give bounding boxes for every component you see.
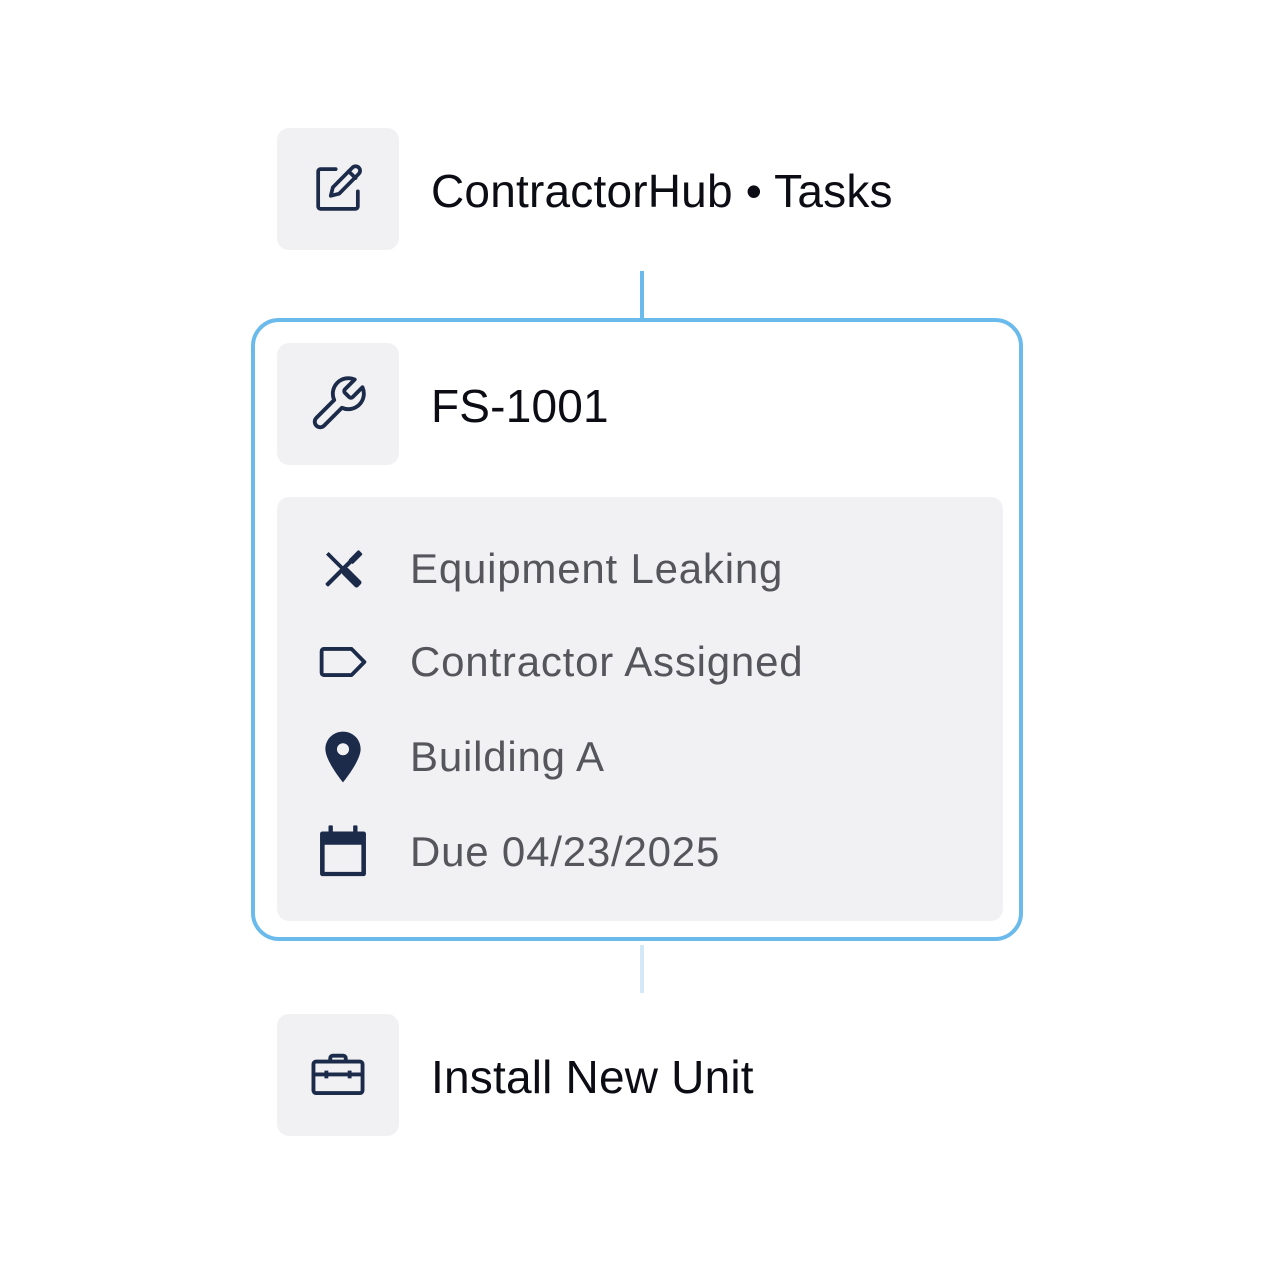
calendar-icon xyxy=(313,822,373,882)
detail-issue-text: Equipment Leaking xyxy=(410,545,784,592)
detail-status-text: Contractor Assigned xyxy=(410,638,804,685)
task-flow: ContractorHub • Tasks FS-1001 Equipment … xyxy=(0,0,1280,1280)
detail-row-issue: Equipment Leaking xyxy=(277,539,1003,599)
connector-line-bottom xyxy=(640,945,644,993)
tools-crossed-icon xyxy=(313,539,373,599)
wrench-icon xyxy=(312,376,366,430)
edit-square-icon xyxy=(316,164,362,211)
detail-row-location: Building A xyxy=(277,727,1003,787)
location-pin-icon xyxy=(313,727,373,787)
detail-due-text: Due 04/23/2025 xyxy=(410,828,721,875)
detail-location-text: Building A xyxy=(410,733,605,780)
task-id: FS-1001 xyxy=(431,380,609,432)
app-title: ContractorHub • Tasks xyxy=(431,165,893,217)
next-task-icon-tile xyxy=(277,1014,399,1136)
detail-row-status: Contractor Assigned xyxy=(277,632,1003,692)
detail-row-due: Due 04/23/2025 xyxy=(277,822,1003,882)
next-task-title: Install New Unit xyxy=(431,1051,754,1103)
toolbox-icon xyxy=(311,1053,365,1096)
tag-icon xyxy=(313,632,373,692)
connector-line-top xyxy=(640,271,644,320)
header-icon-tile xyxy=(277,128,399,250)
task-icon-tile xyxy=(277,343,399,465)
task-details-panel: Equipment Leaking Contractor Assigned Bu… xyxy=(277,497,1003,921)
